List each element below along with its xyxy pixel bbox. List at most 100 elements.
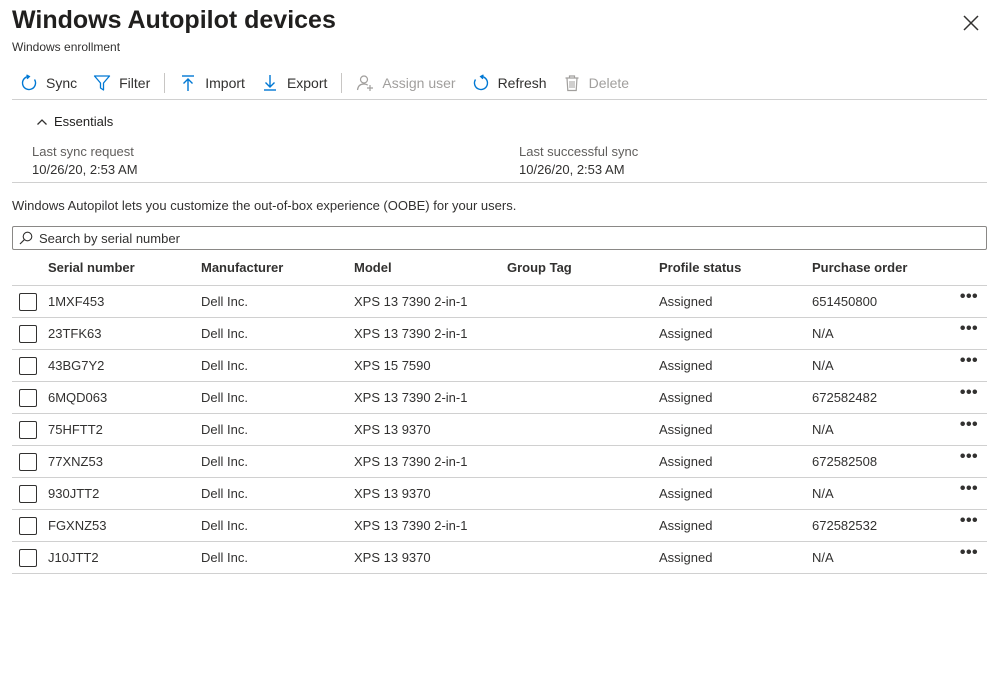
cell-manufacturer: Dell Inc.	[201, 550, 248, 565]
sync-label: Sync	[46, 74, 78, 91]
cell-serial-number: 6MQD063	[48, 390, 108, 405]
toolbar-separator	[341, 72, 343, 93]
page-subtitle: Windows enrollment	[12, 40, 121, 54]
table-row[interactable]: 6MQD063 Dell Inc. XPS 13 7390 2-in-1 Ass…	[12, 382, 987, 414]
cell-purchase-order: 651450800	[812, 294, 878, 309]
cell-serial-number: 77XNZ53	[48, 454, 103, 469]
refresh-label: Refresh	[497, 74, 547, 91]
row-more-icon[interactable]: •••	[957, 446, 981, 474]
command-bar: Sync Filter Import Export Assign user Re…	[12, 66, 987, 100]
cell-profile-status: Assigned	[659, 550, 713, 565]
delete-button[interactable]: Delete	[555, 68, 637, 98]
row-checkbox[interactable]	[19, 485, 37, 503]
row-checkbox[interactable]	[19, 549, 37, 567]
cell-serial-number: 1MXF453	[48, 294, 105, 309]
row-checkbox[interactable]	[19, 421, 37, 439]
row-checkbox[interactable]	[19, 325, 37, 343]
cell-purchase-order: N/A	[812, 550, 834, 565]
toolbar-separator	[164, 72, 166, 93]
assign-user-button[interactable]: Assign user	[348, 68, 463, 98]
export-icon	[263, 74, 276, 91]
column-header-model[interactable]: Model	[354, 254, 392, 286]
table-row[interactable]: FGXNZ53 Dell Inc. XPS 13 7390 2-in-1 Ass…	[12, 510, 987, 542]
cell-model: XPS 13 7390 2-in-1	[354, 518, 468, 533]
row-checkbox[interactable]	[19, 293, 37, 311]
cell-serial-number: J10JTT2	[48, 550, 99, 565]
row-more-icon[interactable]: •••	[957, 382, 981, 410]
row-more-icon[interactable]: •••	[957, 542, 981, 570]
close-button[interactable]	[960, 12, 982, 34]
cell-model: XPS 13 9370	[354, 422, 431, 437]
row-more-icon[interactable]: •••	[957, 286, 981, 314]
search-icon	[19, 231, 33, 245]
column-header-purchase-order[interactable]: Purchase order	[812, 254, 907, 286]
cell-serial-number: 75HFTT2	[48, 422, 103, 437]
column-header-group-tag[interactable]: Group Tag	[507, 254, 572, 286]
essentials-heading: Essentials	[54, 114, 114, 129]
import-label: Import	[205, 74, 245, 91]
row-checkbox[interactable]	[19, 453, 37, 471]
cell-serial-number: 43BG7Y2	[48, 358, 105, 373]
row-more-icon[interactable]: •••	[957, 350, 981, 378]
delete-icon	[565, 74, 579, 91]
cell-manufacturer: Dell Inc.	[201, 294, 248, 309]
cell-model: XPS 13 7390 2-in-1	[354, 294, 468, 309]
cell-profile-status: Assigned	[659, 390, 713, 405]
search-input[interactable]	[39, 230, 939, 246]
cell-purchase-order: N/A	[812, 486, 834, 501]
export-button[interactable]: Export	[253, 68, 335, 98]
cell-manufacturer: Dell Inc.	[201, 422, 248, 437]
table-row[interactable]: 930JTT2 Dell Inc. XPS 13 9370 Assigned N…	[12, 478, 987, 510]
essentials-divider	[12, 182, 987, 183]
devices-table: Serial number Manufacturer Model Group T…	[12, 254, 987, 574]
cell-model: XPS 13 7390 2-in-1	[354, 326, 468, 341]
cell-profile-status: Assigned	[659, 518, 713, 533]
filter-label: Filter	[119, 74, 151, 91]
cell-model: XPS 13 7390 2-in-1	[354, 390, 468, 405]
import-button[interactable]: Import	[171, 68, 253, 98]
filter-button[interactable]: Filter	[85, 68, 158, 98]
row-more-icon[interactable]: •••	[957, 414, 981, 442]
table-row[interactable]: 1MXF453 Dell Inc. XPS 13 7390 2-in-1 Ass…	[12, 286, 987, 318]
table-row[interactable]: J10JTT2 Dell Inc. XPS 13 9370 Assigned N…	[12, 542, 987, 574]
assign-user-icon	[357, 74, 374, 91]
table-row[interactable]: 43BG7Y2 Dell Inc. XPS 15 7590 Assigned N…	[12, 350, 987, 382]
cell-serial-number: 23TFK63	[48, 326, 102, 341]
search-box[interactable]	[12, 226, 987, 250]
cell-purchase-order: N/A	[812, 358, 834, 373]
page-title: Windows Autopilot devices	[12, 6, 336, 34]
row-more-icon[interactable]: •••	[957, 318, 981, 346]
column-header-manufacturer[interactable]: Manufacturer	[201, 254, 283, 286]
close-icon	[963, 15, 979, 31]
refresh-button[interactable]: Refresh	[464, 68, 555, 98]
cell-manufacturer: Dell Inc.	[201, 486, 248, 501]
cell-serial-number: 930JTT2	[48, 486, 100, 501]
sync-icon	[21, 73, 37, 90]
column-header-serial-number[interactable]: Serial number	[48, 254, 135, 286]
cell-profile-status: Assigned	[659, 358, 713, 373]
cell-purchase-order: 672582532	[812, 518, 878, 533]
cell-manufacturer: Dell Inc.	[201, 390, 248, 405]
cell-serial-number: FGXNZ53	[48, 518, 107, 533]
cell-profile-status: Assigned	[659, 422, 713, 437]
row-checkbox[interactable]	[19, 389, 37, 407]
row-more-icon[interactable]: •••	[957, 478, 981, 506]
chevron-up-icon	[37, 118, 47, 125]
import-icon	[182, 74, 195, 91]
essentials-toggle[interactable]: Essentials	[36, 114, 113, 129]
table-row[interactable]: 77XNZ53 Dell Inc. XPS 13 7390 2-in-1 Ass…	[12, 446, 987, 478]
delete-label: Delete	[588, 74, 630, 91]
sync-button[interactable]: Sync	[12, 68, 85, 98]
row-more-icon[interactable]: •••	[957, 510, 981, 538]
column-header-profile-status[interactable]: Profile status	[659, 254, 741, 286]
last-successful-sync-value: 10/26/20, 2:53 AM	[519, 162, 625, 177]
row-checkbox[interactable]	[19, 357, 37, 375]
cell-model: XPS 13 7390 2-in-1	[354, 454, 468, 469]
row-checkbox[interactable]	[19, 517, 37, 535]
filter-icon	[93, 74, 111, 91]
cell-manufacturer: Dell Inc.	[201, 454, 248, 469]
table-row[interactable]: 23TFK63 Dell Inc. XPS 13 7390 2-in-1 Ass…	[12, 318, 987, 350]
cell-purchase-order: N/A	[812, 326, 834, 341]
cell-purchase-order: 672582508	[812, 454, 878, 469]
table-row[interactable]: 75HFTT2 Dell Inc. XPS 13 9370 Assigned N…	[12, 414, 987, 446]
